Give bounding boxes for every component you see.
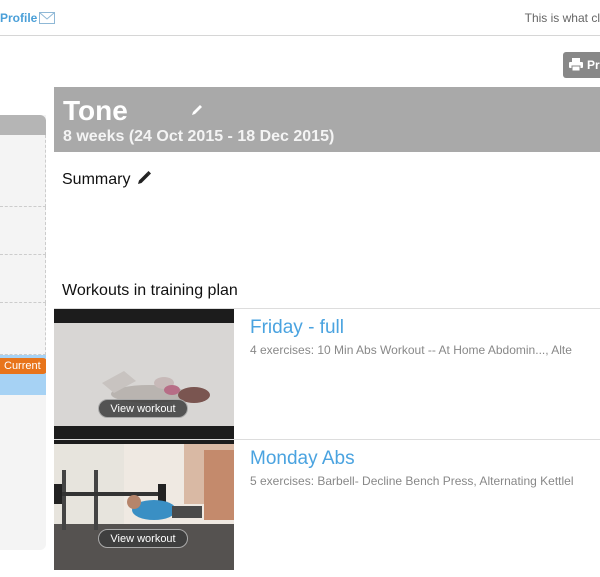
print-label: Pri bbox=[587, 58, 600, 72]
week-slot[interactable] bbox=[0, 135, 46, 207]
summary-label: Summary bbox=[62, 171, 131, 188]
pencil-icon[interactable] bbox=[136, 170, 152, 186]
workout-row: View workout Monday Abs 5 exercises: Bar… bbox=[54, 439, 600, 570]
week-slot[interactable] bbox=[0, 207, 46, 255]
plan-title: Tone bbox=[63, 95, 128, 126]
workout-thumbnail[interactable]: View workout bbox=[54, 440, 234, 570]
view-workout-button[interactable]: View workout bbox=[98, 399, 188, 418]
plan-header: Tone 8 weeks (24 Oct 2015 - 18 Dec 2015) bbox=[54, 87, 600, 152]
top-bar: Profile This is what cl bbox=[0, 0, 600, 36]
mail-icon[interactable] bbox=[39, 11, 55, 24]
profile-link[interactable]: Profile bbox=[0, 11, 37, 25]
week-slot[interactable] bbox=[0, 303, 46, 355]
week-slot[interactable] bbox=[0, 255, 46, 303]
workout-title[interactable]: Monday Abs bbox=[250, 448, 355, 470]
view-workout-button[interactable]: View workout bbox=[98, 529, 188, 548]
workout-description: 5 exercises: Barbell- Decline Bench Pres… bbox=[250, 474, 574, 488]
workout-thumbnail[interactable]: View workout bbox=[54, 309, 234, 439]
pencil-icon[interactable] bbox=[190, 103, 204, 117]
hint-text: This is what cl bbox=[524, 11, 600, 25]
printer-icon bbox=[569, 58, 583, 72]
workout-title[interactable]: Friday - full bbox=[250, 317, 344, 339]
plan-dates: 8 weeks (24 Oct 2015 - 18 Dec 2015) bbox=[63, 128, 335, 145]
workout-description: 4 exercises: 10 Min Abs Workout -- At Ho… bbox=[250, 343, 572, 357]
print-button[interactable]: Pri bbox=[563, 52, 600, 78]
sidebar-header bbox=[0, 115, 46, 135]
week-sidebar: Current bbox=[0, 115, 46, 550]
workouts-heading: Workouts in training plan bbox=[62, 282, 238, 299]
current-badge: Current bbox=[0, 358, 46, 374]
workout-row: View workout Friday - full 4 exercises: … bbox=[54, 308, 600, 439]
